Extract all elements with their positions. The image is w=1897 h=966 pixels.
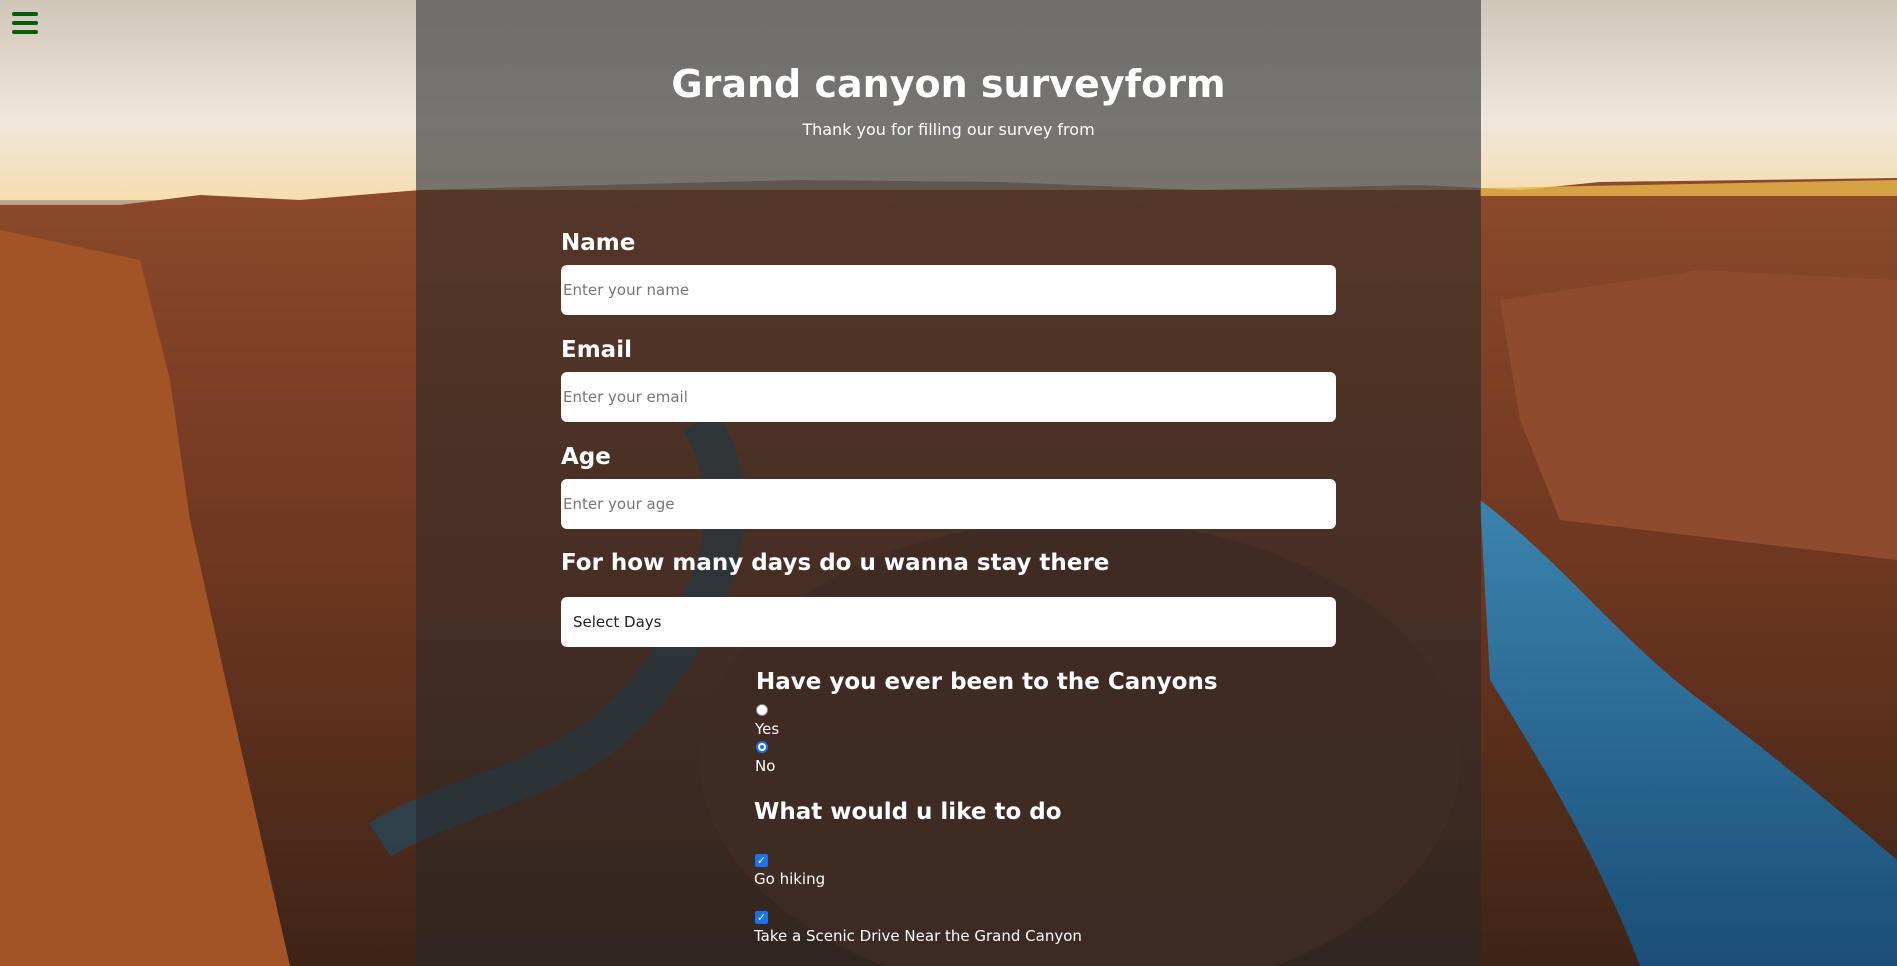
days-label: For how many days do u wanna stay there [561, 550, 1110, 576]
checkbox-go-hiking[interactable]: ✓ [755, 854, 768, 867]
age-label: Age [561, 444, 611, 470]
page-title: Grand canyon surveyform [671, 62, 1226, 106]
menu-bar [12, 21, 38, 25]
menu-bar [12, 30, 38, 34]
name-input[interactable] [561, 265, 1336, 315]
email-input[interactable] [561, 372, 1336, 422]
radio-no[interactable] [756, 741, 768, 753]
email-label: Email [561, 337, 632, 363]
hamburger-menu-icon[interactable] [12, 12, 38, 34]
visited-question: Have you ever been to the Canyons [756, 669, 1218, 695]
activities-question: What would u like to do [754, 799, 1062, 825]
name-label: Name [561, 230, 636, 256]
days-select[interactable]: Select Days [561, 597, 1336, 647]
radio-yes-label: Yes [755, 720, 780, 738]
page-subtitle: Thank you for filling our survey from [802, 120, 1095, 139]
radio-no-label: No [755, 757, 776, 775]
age-input[interactable] [561, 479, 1336, 529]
radio-yes[interactable] [756, 704, 768, 716]
checkbox-go-hiking-label: Go hiking [754, 870, 826, 888]
menu-bar [12, 12, 38, 16]
checkbox-scenic-drive[interactable]: ✓ [755, 911, 768, 924]
checkbox-scenic-drive-label: Take a Scenic Drive Near the Grand Canyo… [754, 927, 1082, 945]
days-select-value: Select Days [573, 613, 662, 631]
